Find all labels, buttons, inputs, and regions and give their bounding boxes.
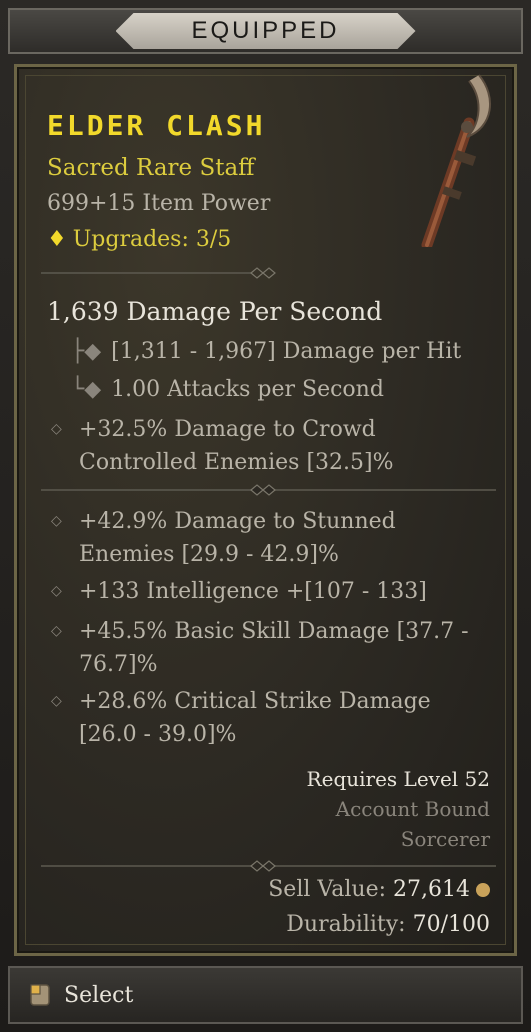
diamond-icon: ♦ bbox=[47, 227, 67, 252]
attacks-per-second: 1.00 Attacks per Second bbox=[111, 377, 384, 402]
item-type: Sacred Rare Staff bbox=[47, 155, 255, 181]
durability-label: Durability: bbox=[286, 912, 413, 937]
damage-per-hit-line: ├◆ [1,311 - 1,967] Damage per Hit bbox=[71, 339, 461, 364]
attacks-per-second-line: └◆ 1.00 Attacks per Second bbox=[71, 377, 384, 402]
tooltip-header: EQUIPPED bbox=[8, 8, 523, 54]
sell-label: Sell Value: bbox=[268, 877, 394, 902]
footer-bar: Select bbox=[8, 966, 523, 1024]
item-power: 699+15 Item Power bbox=[47, 191, 271, 216]
tree-branch-icon: └◆ bbox=[71, 377, 102, 402]
gold-coin-icon bbox=[476, 883, 490, 897]
damage-per-hit: [1,311 - 1,967] Damage per Hit bbox=[111, 339, 462, 364]
affix-text: +42.9% Damage to Stunned Enemies [29.9 -… bbox=[79, 509, 396, 567]
affix-text: +133 Intelligence +[107 - 133] bbox=[79, 579, 427, 604]
class-requirement: Sorcerer bbox=[400, 827, 490, 851]
affix-item: ◇ +133 Intelligence +[107 - 133] bbox=[51, 575, 491, 608]
header-plate: EQUIPPED bbox=[115, 13, 416, 49]
implicit-affix: ◇ +32.5% Damage to Crowd Controlled Enem… bbox=[51, 413, 491, 479]
header-title: EQUIPPED bbox=[191, 17, 340, 44]
diamond-bullet-icon: ◇ bbox=[51, 623, 62, 639]
tooltip-frame: EQUIPPED ELDER CLASH Sacred Rare Staff 6… bbox=[0, 0, 531, 1032]
diamond-bullet-icon: ◇ bbox=[51, 693, 62, 709]
account-bound: Account Bound bbox=[335, 797, 490, 821]
diamond-bullet-icon: ◇ bbox=[51, 513, 62, 529]
sell-amount: 27,614 bbox=[393, 877, 470, 902]
section-divider bbox=[41, 267, 276, 279]
damage-per-second: 1,639 Damage Per Second bbox=[47, 297, 383, 326]
staff-icon bbox=[421, 74, 492, 247]
diamond-bullet-icon: ◇ bbox=[51, 583, 62, 599]
upgrades-line: ♦ Upgrades: 3/5 bbox=[47, 227, 231, 252]
select-action-label[interactable]: Select bbox=[64, 983, 133, 1008]
affix-text: +28.6% Critical Strike Damage [26.0 - 39… bbox=[79, 689, 431, 747]
item-name: ELDER CLASH bbox=[47, 109, 266, 142]
required-level: Requires Level 52 bbox=[306, 767, 490, 791]
item-card: ELDER CLASH Sacred Rare Staff 699+15 Ite… bbox=[14, 64, 517, 956]
sell-value: Sell Value: 27,614 bbox=[268, 877, 490, 902]
durability-value: 70/100 bbox=[412, 912, 490, 937]
section-divider bbox=[41, 484, 496, 496]
diamond-bullet-icon: ◇ bbox=[51, 421, 62, 437]
implicit-affix-text: +32.5% Damage to Crowd Controlled Enemie… bbox=[79, 417, 394, 475]
durability: Durability: 70/100 bbox=[286, 912, 490, 937]
affix-item: ◇ +45.5% Basic Skill Damage [37.7 - 76.7… bbox=[51, 615, 491, 681]
affix-item: ◇ +28.6% Critical Strike Damage [26.0 - … bbox=[51, 685, 491, 751]
affix-item: ◇ +42.9% Damage to Stunned Enemies [29.9… bbox=[51, 505, 491, 571]
upgrades-text: Upgrades: 3/5 bbox=[72, 227, 232, 252]
mouse-button-icon[interactable] bbox=[28, 983, 52, 1007]
affix-text: +45.5% Basic Skill Damage [37.7 - 76.7]% bbox=[79, 619, 469, 677]
section-divider bbox=[41, 860, 496, 872]
tree-branch-icon: ├◆ bbox=[71, 339, 102, 364]
